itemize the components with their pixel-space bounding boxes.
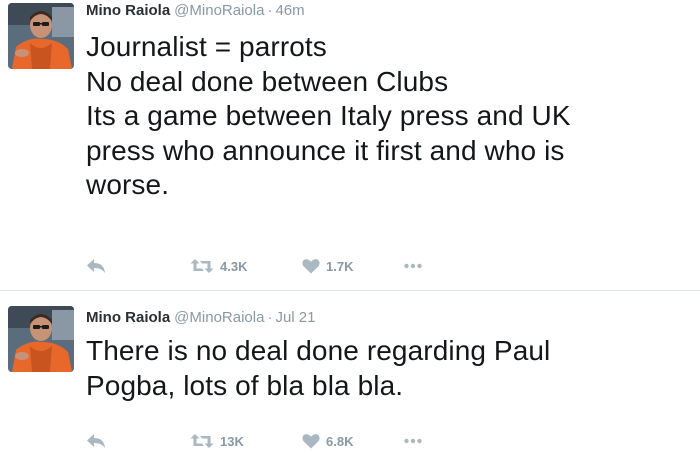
like-count: 6.8K xyxy=(326,433,354,449)
avatar[interactable] xyxy=(8,3,74,69)
author-fullname[interactable]: Mino Raiola xyxy=(86,309,170,326)
reply-button[interactable] xyxy=(86,254,106,278)
avatar[interactable] xyxy=(8,306,74,372)
retweet-button[interactable]: 4.3K xyxy=(190,254,247,278)
tweet-header: Mino Raiola @MinoRaiola · Jul 21 xyxy=(86,307,315,329)
more-dots-icon xyxy=(404,438,422,444)
tweet-text-line: press who announce it first and who is xyxy=(86,134,565,166)
tweet-timestamp[interactable]: Jul 21 xyxy=(275,309,315,326)
tweet-text-line: Pogba, lots of bla bla bla. xyxy=(86,369,404,401)
more-button[interactable] xyxy=(404,429,422,453)
heart-icon xyxy=(302,258,320,274)
retweet-count: 4.3K xyxy=(220,258,248,274)
tweet-header: Mino Raiola @MinoRaiola · 46m xyxy=(86,0,305,22)
tweet-text-line: No deal done between Clubs xyxy=(86,65,449,97)
reply-icon xyxy=(86,433,106,449)
tweet-text-line: Journalist = parrots xyxy=(86,31,327,62)
tweet-text: Journalist = parrots No deal done betwee… xyxy=(86,30,686,203)
like-count: 1.7K xyxy=(326,258,354,274)
retweet-count: 13K xyxy=(220,433,244,449)
retweet-icon xyxy=(190,433,214,449)
author-username[interactable]: @MinoRaiola xyxy=(174,2,264,19)
like-button[interactable]: 6.8K xyxy=(302,429,353,453)
like-button[interactable]: 1.7K xyxy=(302,254,353,278)
reply-icon xyxy=(86,258,106,274)
more-button[interactable] xyxy=(404,254,422,278)
more-dots-icon xyxy=(404,263,422,269)
author-fullname[interactable]: Mino Raiola xyxy=(86,2,170,19)
header-separator: · xyxy=(267,2,273,19)
tweet-timestamp[interactable]: 46m xyxy=(275,2,304,19)
tweet[interactable]: Mino Raiola @MinoRaiola · Jul 21 There is n… xyxy=(0,291,700,454)
author-username[interactable]: @MinoRaiola xyxy=(174,309,264,326)
tweet-actions: 4.3K 1.7K xyxy=(86,254,506,278)
tweet-text-line: Its a game between Italy press and UK xyxy=(86,100,571,131)
tweet-text-line: There is no deal done regarding Paul xyxy=(86,335,551,366)
tweet-text: There is no deal done regarding Paul Pog… xyxy=(86,334,686,403)
tweet[interactable]: Mino Raiola @MinoRaiola · 46m Journalist = … xyxy=(0,0,700,290)
heart-icon xyxy=(302,433,320,449)
header-separator: · xyxy=(267,309,273,326)
retweet-button[interactable]: 13K xyxy=(190,429,244,453)
retweet-icon xyxy=(190,258,214,274)
reply-button[interactable] xyxy=(86,429,106,453)
tweet-text-line: worse. xyxy=(86,169,170,200)
tweet-actions: 13K 6.8K xyxy=(86,429,506,453)
